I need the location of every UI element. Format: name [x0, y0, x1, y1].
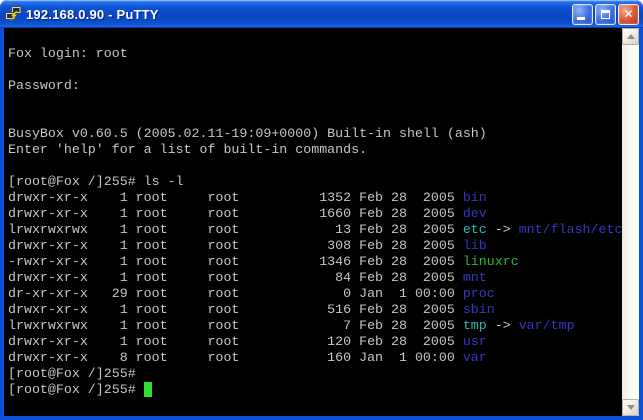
- terminal-text-segment: drwxr-xr-x 1 root root 1352 Feb 28 2005: [8, 190, 463, 205]
- terminal-line: [root@Fox /]255# ls -l: [8, 174, 622, 190]
- terminal-line: drwxr-xr-x 1 root root 516 Feb 28 2005 s…: [8, 302, 622, 318]
- maximize-icon: [601, 10, 610, 19]
- terminal-text-segment: proc: [463, 286, 495, 301]
- terminal-text-segment: ->: [487, 222, 519, 237]
- terminal-text-segment: [root@Fox /]255# ls -l: [8, 174, 184, 189]
- terminal-line: Enter 'help' for a list of built-in comm…: [8, 142, 622, 158]
- scrollbar-thumb[interactable]: [622, 45, 639, 399]
- terminal-text-segment: drwxr-xr-x 1 root root 516 Feb 28 2005: [8, 302, 463, 317]
- terminal-line: drwxr-xr-x 1 root root 120 Feb 28 2005 u…: [8, 334, 622, 350]
- terminal-text-segment: var/tmp: [519, 318, 575, 333]
- terminal-text-segment: Password:: [8, 78, 80, 93]
- minimize-icon: [577, 17, 585, 20]
- scroll-down-button[interactable]: [622, 399, 639, 416]
- terminal-line: drwxr-xr-x 8 root root 160 Jan 1 00:00 v…: [8, 350, 622, 366]
- terminal-text-segment: mnt/flash/etc: [519, 222, 622, 237]
- terminal-text-segment: -rwxr-xr-x 1 root root 1346 Feb 28 2005: [8, 254, 463, 269]
- terminal-text-segment: mnt: [463, 270, 487, 285]
- putty-terminal-icon[interactable]: [5, 6, 22, 22]
- terminal-text-segment: Enter 'help' for a list of built-in comm…: [8, 142, 367, 157]
- terminal-text-segment: Fox login: root: [8, 46, 128, 61]
- terminal-text-segment: dev: [463, 206, 487, 221]
- terminal-text-segment: bin: [463, 190, 487, 205]
- terminal-line: dr-xr-xr-x 29 root root 0 Jan 1 00:00 pr…: [8, 286, 622, 302]
- terminal-line: [8, 62, 622, 78]
- terminal-text-segment: etc: [463, 222, 487, 237]
- maximize-button[interactable]: [595, 4, 616, 25]
- chevron-down-icon: [627, 405, 635, 410]
- terminal-line: BusyBox v0.60.5 (2005.02.11-19:09+0000) …: [8, 126, 622, 142]
- terminal-line: [8, 110, 622, 126]
- chevron-up-icon: [627, 34, 635, 39]
- terminal-line: [root@Fox /]255#: [8, 382, 622, 398]
- terminal-text-segment: drwxr-xr-x 1 root root 120 Feb 28 2005: [8, 334, 463, 349]
- close-icon: ✕: [623, 8, 633, 20]
- terminal-line: [root@Fox /]255#: [8, 366, 622, 382]
- window-title: 192.168.0.90 - PuTTY: [26, 7, 572, 22]
- terminal-text-segment: lrwxrwxrwx 1 root root 13 Feb 28 2005: [8, 222, 463, 237]
- terminal-line: Fox login: root: [8, 46, 622, 62]
- terminal-line: -rwxr-xr-x 1 root root 1346 Feb 28 2005 …: [8, 254, 622, 270]
- terminal-cursor: [144, 382, 152, 397]
- terminal-text-segment: linuxrc: [463, 254, 519, 269]
- terminal-text-segment: BusyBox v0.60.5 (2005.02.11-19:09+0000) …: [8, 126, 487, 141]
- minimize-button[interactable]: [572, 4, 593, 25]
- terminal-text-segment: ->: [487, 318, 519, 333]
- terminal-text-segment: tmp: [463, 318, 487, 333]
- terminal-line: drwxr-xr-x 1 root root 1660 Feb 28 2005 …: [8, 206, 622, 222]
- terminal-line: drwxr-xr-x 1 root root 308 Feb 28 2005 l…: [8, 238, 622, 254]
- client-area: Fox login: root Password: BusyBox v0.60.5 …: [4, 28, 639, 416]
- terminal-text-segment: drwxr-xr-x 1 root root 308 Feb 28 2005: [8, 238, 463, 253]
- terminal-text-segment: lrwxrwxrwx 1 root root 7 Feb 28 2005: [8, 318, 463, 333]
- terminal-line: [8, 158, 622, 174]
- terminal-line: drwxr-xr-x 1 root root 84 Feb 28 2005 mn…: [8, 270, 622, 286]
- terminal-text-segment: lib: [463, 238, 487, 253]
- terminal-text-segment: [root@Fox /]255#: [8, 366, 136, 381]
- terminal-text-segment: sbin: [463, 302, 495, 317]
- terminal-line: drwxr-xr-x 1 root root 1352 Feb 28 2005 …: [8, 190, 622, 206]
- terminal-text-segment: drwxr-xr-x 1 root root 84 Feb 28 2005: [8, 270, 463, 285]
- terminal-text-segment: dr-xr-xr-x 29 root root 0 Jan 1 00:00: [8, 286, 463, 301]
- terminal-line: Password:: [8, 78, 622, 94]
- terminal-line: [8, 94, 622, 110]
- scrollbar[interactable]: [622, 28, 639, 416]
- terminal-screen[interactable]: Fox login: root Password: BusyBox v0.60.5 …: [4, 28, 622, 416]
- terminal-text-segment: var: [463, 350, 487, 365]
- close-button[interactable]: ✕: [618, 4, 639, 25]
- window-controls: ✕: [572, 4, 639, 25]
- terminal-text-segment: [root@Fox /]255#: [8, 382, 144, 397]
- title-bar[interactable]: 192.168.0.90 - PuTTY ✕: [0, 0, 643, 28]
- terminal-line: lrwxrwxrwx 1 root root 13 Feb 28 2005 et…: [8, 222, 622, 238]
- terminal-line: lrwxrwxrwx 1 root root 7 Feb 28 2005 tmp…: [8, 318, 622, 334]
- terminal-text-segment: drwxr-xr-x 1 root root 1660 Feb 28 2005: [8, 206, 463, 221]
- scroll-up-button[interactable]: [622, 28, 639, 45]
- putty-window: 192.168.0.90 - PuTTY ✕ Fox login: root Pa…: [0, 0, 643, 420]
- terminal-text-segment: drwxr-xr-x 8 root root 160 Jan 1 00:00: [8, 350, 463, 365]
- terminal-text-segment: usr: [463, 334, 487, 349]
